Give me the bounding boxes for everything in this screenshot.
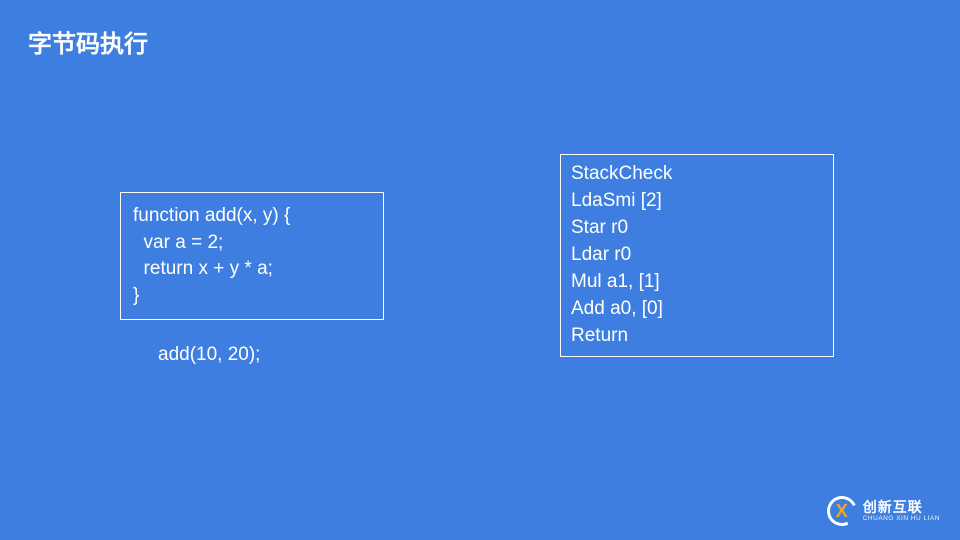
brand-logo: X 创新互联 CHUANG XIN HU LIAN xyxy=(827,496,940,526)
logo-text: 创新互联 CHUANG XIN HU LIAN xyxy=(863,500,940,523)
logo-mark-icon: X xyxy=(827,496,857,526)
logo-brand-en: CHUANG XIN HU LIAN xyxy=(863,516,940,523)
bytecode-box: StackCheck LdaSmi [2] Star r0 Ldar r0 Mu… xyxy=(560,154,834,357)
slide-title: 字节码执行 xyxy=(28,24,148,59)
logo-brand-cn: 创新互联 xyxy=(863,500,940,514)
call-expression: add(10, 20); xyxy=(158,344,260,366)
source-code-box: function add(x, y) { var a = 2; return x… xyxy=(120,192,384,320)
logo-x-icon: X xyxy=(827,496,857,526)
